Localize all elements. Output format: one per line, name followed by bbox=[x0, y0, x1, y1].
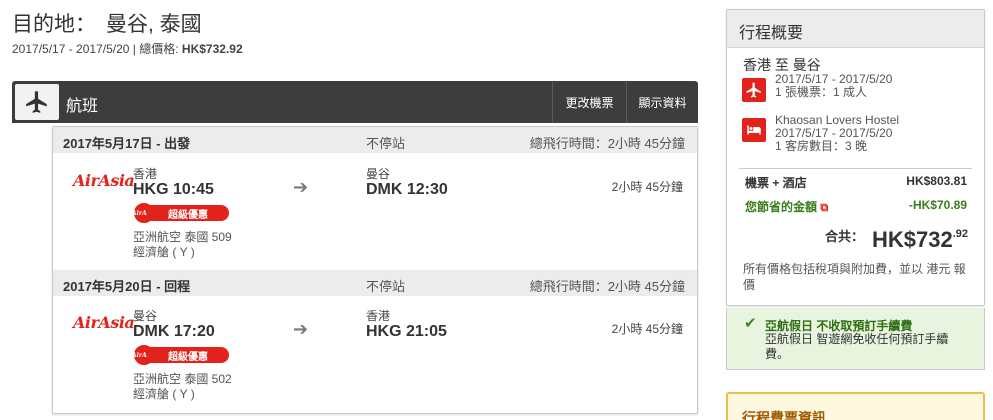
departure-city: 香港 bbox=[133, 167, 158, 181]
package-price-label: 機票 + 酒店 bbox=[745, 176, 807, 190]
package-price-value: HK$803.81 bbox=[906, 174, 967, 188]
segment-date: 2017年5月17日 - 出發 bbox=[63, 136, 191, 151]
summary-flight-info: 2017/5/17 - 2017/5/20 1 張機票：1 成人 bbox=[775, 73, 892, 99]
checkmark-icon: ✔ bbox=[744, 315, 757, 332]
no-booking-fee-promo: ✔ 亞航假日 不收取預訂手續費 亞航假日 智遊網免收任何預訂手續費。 bbox=[726, 308, 985, 370]
destination-label: 目的地： bbox=[12, 13, 96, 36]
departure-time: DMK 17:20 bbox=[133, 323, 215, 340]
trip-dates: 2017/5/17 - 2017/5/20 bbox=[12, 42, 130, 56]
super-deal-badge: AirAsia 超級優惠 bbox=[132, 344, 229, 366]
airline-info: 亞洲航空 泰國 502 經濟艙 ( Y ) bbox=[133, 372, 232, 402]
summary-divider bbox=[739, 168, 972, 169]
segment-header-outbound: 2017年5月17日 - 出發 不停站 總飛行時間：2小時 45分鐘 bbox=[53, 127, 697, 153]
grand-total-label: 合共： bbox=[824, 229, 864, 244]
savings-value: -HK$70.89 bbox=[908, 198, 967, 212]
fare-info-box[interactable]: 行程費票資訊 bbox=[726, 392, 985, 420]
airplane-icon bbox=[742, 78, 766, 102]
cabin-class: 經濟艙 ( Y ) bbox=[133, 387, 195, 401]
segment-date: 2017年5月20日 - 回程 bbox=[63, 279, 191, 294]
airasia-logo: AirAsia bbox=[73, 313, 135, 332]
summary-title: 行程概要 bbox=[727, 10, 984, 48]
change-flight-button[interactable]: 更改機票 bbox=[552, 81, 626, 123]
segment-total-duration: 總飛行時間：2小時 45分鐘 bbox=[529, 136, 685, 151]
show-details-button[interactable]: 顯示資料 bbox=[626, 81, 698, 123]
total-price-label: 總價格: bbox=[139, 42, 179, 56]
leg-duration: 2小時 45分鐘 bbox=[611, 180, 683, 194]
savings-label-text: 您節省的金額 bbox=[745, 200, 818, 214]
airplane-icon bbox=[15, 84, 59, 120]
segment-total-duration: 總飛行時間：2小時 45分鐘 bbox=[529, 279, 685, 294]
tax-note: 所有價格包括稅項與附加費，並以 港元 報價 bbox=[743, 262, 966, 292]
promo-description: 亞航假日 智遊網免收任何預訂手續費。 bbox=[765, 332, 949, 361]
arrow-right-icon: ➔ bbox=[293, 319, 309, 339]
trip-summary: 2017/5/17 - 2017/5/20 | 總價格: HK$732.92 bbox=[12, 42, 243, 56]
arrow-right-icon: ➔ bbox=[293, 177, 309, 197]
flight-panel-title: 航班 bbox=[66, 98, 99, 115]
departure-time: HKG 10:45 bbox=[133, 181, 214, 198]
leg-duration: 2小時 45分鐘 bbox=[611, 322, 683, 336]
fare-info-title: 行程費票資訊 bbox=[742, 410, 826, 420]
super-deal-label: 超級優惠 bbox=[147, 347, 229, 363]
segment-header-return: 2017年5月20日 - 回程 不停站 總飛行時間：2小時 45分鐘 bbox=[53, 270, 697, 296]
arrival-time: HKG 21:05 bbox=[366, 323, 447, 340]
summary-hotel-info: Khaosan Lovers Hostel 2017/5/17 - 2017/5… bbox=[775, 114, 899, 153]
total-price-value: HK$732.92 bbox=[181, 42, 243, 56]
super-deal-badge: AirAsia 超級優惠 bbox=[132, 202, 229, 224]
summary-flight-pax: 1 張機票：1 成人 bbox=[775, 85, 868, 99]
segment-stops: 不停站 bbox=[366, 136, 406, 151]
airline-name: 亞洲航空 泰國 502 bbox=[133, 372, 232, 386]
arrival-city: 香港 bbox=[366, 309, 391, 323]
airasia-logo: AirAsia bbox=[73, 171, 135, 190]
segment-stops: 不停站 bbox=[366, 279, 406, 294]
departure-city: 曼谷 bbox=[133, 309, 158, 323]
arrival-city: 曼谷 bbox=[366, 167, 391, 181]
savings-label[interactable]: 您節省的金額 ⧉ bbox=[745, 198, 828, 215]
summary-hotel-rooms: 1 客房數目：3 晚 bbox=[775, 139, 868, 153]
grand-total: 合共： HK$732.92 bbox=[825, 226, 968, 253]
destination-value: 曼谷, 泰國 bbox=[106, 13, 202, 36]
grand-total-cents: .92 bbox=[952, 228, 968, 240]
flight-panel-header: 航班 更改機票 顯示資料 bbox=[12, 81, 698, 123]
airline-name: 亞洲航空 泰國 509 bbox=[133, 230, 232, 244]
flight-details-box: 2017年5月17日 - 出發 不停站 總飛行時間：2小時 45分鐘 AirAs… bbox=[52, 126, 698, 414]
grand-total-value: HK$732 bbox=[871, 227, 953, 252]
trip-summary-panel: 行程概要 香港 至 曼谷 2017/5/17 - 2017/5/20 1 張機票… bbox=[726, 9, 985, 306]
bed-icon bbox=[742, 118, 766, 142]
super-deal-label: 超級優惠 bbox=[147, 205, 229, 221]
cabin-class: 經濟艙 ( Y ) bbox=[133, 245, 195, 259]
page-title: 目的地： 曼谷, 泰國 bbox=[12, 8, 202, 38]
external-link-icon: ⧉ bbox=[820, 202, 829, 214]
airline-info: 亞洲航空 泰國 509 經濟艙 ( Y ) bbox=[133, 230, 232, 260]
arrival-time: DMK 12:30 bbox=[366, 181, 448, 198]
